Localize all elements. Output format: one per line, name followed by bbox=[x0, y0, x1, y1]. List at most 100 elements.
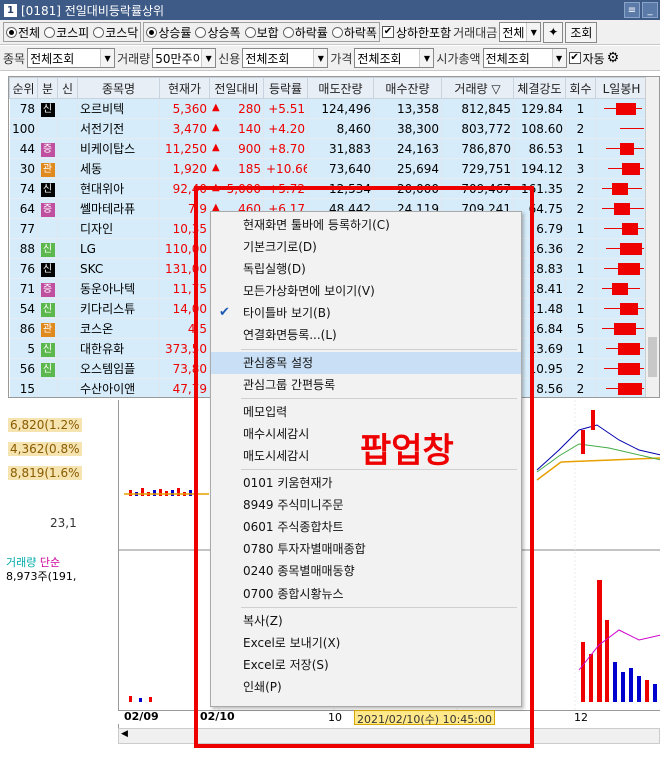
sort-radio-1[interactable]: 상승폭 bbox=[195, 24, 241, 41]
volume-label: 거래량 bbox=[117, 51, 151, 66]
menu-item[interactable]: 연결화면등록...(L) bbox=[211, 324, 521, 346]
menu-item[interactable]: 8949 주식미니주문 bbox=[211, 494, 521, 516]
menu-item[interactable]: 관심종목 설정 bbox=[211, 351, 521, 374]
column-header[interactable]: 거래량 ▽ bbox=[441, 77, 514, 99]
credit-select[interactable]: 전체조회 ▼ bbox=[242, 48, 329, 68]
column-header[interactable]: 등락률 bbox=[263, 77, 308, 99]
menu-separator bbox=[241, 348, 517, 350]
cell-bid: 24,163 bbox=[373, 138, 442, 159]
sort-radio-2[interactable]: 보합 bbox=[244, 24, 279, 41]
change-cell: ▲ 5,000 bbox=[209, 178, 264, 199]
checkbox-icon: ✔ bbox=[568, 52, 581, 64]
radio-icon bbox=[44, 26, 56, 38]
menu-item[interactable]: 관심그룹 간편등록 bbox=[211, 374, 521, 396]
daily-candle-cell bbox=[595, 278, 648, 299]
menu-item[interactable]: 메모입력 bbox=[211, 401, 521, 423]
menu-item[interactable]: Excel로 저장(S) bbox=[211, 654, 521, 676]
cell-cnt: 2 bbox=[565, 118, 596, 139]
cell-name: 대한유화 bbox=[77, 338, 160, 359]
daily-candle-cell bbox=[595, 258, 648, 279]
category-badge: 관 bbox=[40, 162, 55, 177]
column-header[interactable]: 체결강도 bbox=[513, 77, 566, 99]
market-radio-2[interactable]: 코스닥 bbox=[93, 24, 138, 41]
scroll-left-icon[interactable]: ◀ bbox=[121, 729, 128, 739]
column-header[interactable]: 현재가 bbox=[159, 77, 210, 99]
horizontal-scrollbar[interactable]: ◀ bbox=[118, 728, 660, 744]
minimize-icon[interactable]: _ bbox=[642, 2, 658, 18]
menu-item[interactable]: 0101 키움현재가 bbox=[211, 472, 521, 494]
up-arrow-icon: ▲ bbox=[212, 101, 220, 113]
cell-rank: 15 bbox=[9, 378, 38, 397]
menu-item[interactable]: 복사(Z) bbox=[211, 610, 521, 632]
volume-select[interactable]: 50만주이상 ▼ bbox=[152, 48, 217, 68]
market-radio-0[interactable]: 전체 bbox=[6, 24, 40, 41]
cell-cnt: 1 bbox=[565, 298, 596, 319]
cell-rank: 74 bbox=[9, 178, 38, 199]
window-titlebar[interactable]: 1 [0181] 전일대비등락률상위 ≡ _ bbox=[0, 0, 660, 20]
cell-price: 4,5 bbox=[159, 318, 210, 339]
chart-info-2: 4,362(0.8% bbox=[8, 442, 82, 456]
menu-item[interactable]: 인쇄(P) bbox=[211, 676, 521, 698]
vertical-scrollbar[interactable] bbox=[645, 77, 659, 397]
cell-cnt: 2 bbox=[565, 378, 596, 397]
menu-icon[interactable]: ≡ bbox=[624, 2, 640, 18]
cell-name: 서전기전 bbox=[77, 118, 160, 139]
cell-cnt: 5 bbox=[565, 318, 596, 339]
category-cell: 관 bbox=[37, 318, 58, 339]
sort-radio-0[interactable]: 상승률 bbox=[146, 24, 191, 41]
menu-item[interactable]: 독립실행(D) bbox=[211, 258, 521, 280]
menu-item[interactable]: 0700 종합시황뉴스 bbox=[211, 583, 521, 605]
menu-item[interactable]: 0240 종목별매매동향 bbox=[211, 560, 521, 582]
menu-item[interactable]: 현재화면 툴바에 등록하기(C) bbox=[211, 214, 521, 236]
menu-item[interactable]: 모든가상화면에 보이기(V) bbox=[211, 280, 521, 302]
change-cell: ▲ 185 bbox=[209, 158, 264, 179]
price-select[interactable]: 전체조회 ▼ bbox=[354, 48, 435, 68]
cell-rank: 86 bbox=[9, 318, 38, 339]
column-header[interactable]: 순위 bbox=[9, 77, 38, 99]
cell-empty bbox=[57, 298, 78, 319]
menu-item[interactable]: 기본크기로(D) bbox=[211, 236, 521, 258]
menu-item[interactable]: 0601 주식종합차트 bbox=[211, 516, 521, 538]
candles-right bbox=[536, 410, 660, 481]
trade-amount-select[interactable]: 전체 ▼ bbox=[499, 22, 542, 42]
mcap-select[interactable]: 전체조회 ▼ bbox=[482, 48, 567, 68]
category-cell: 신 bbox=[37, 338, 58, 359]
item-label: 종목 bbox=[3, 51, 26, 66]
menu-item[interactable]: Excel로 보내기(X) bbox=[211, 632, 521, 654]
daily-candle-cell bbox=[595, 98, 648, 119]
limit-checkbox[interactable]: ✔ 상하한포함 bbox=[381, 24, 451, 41]
cell-price: 10,35 bbox=[159, 218, 210, 239]
table-row[interactable]: 78 신 오르비텍 5,360 ▲ 280 +5.51 124,496 13,358 812,8… bbox=[9, 98, 648, 119]
table-row[interactable]: 74 신 현대위아 92,40 ▲ 5,000 +5.72 12,534 20,000 709,… bbox=[9, 178, 648, 199]
menu-item[interactable]: 0780 투자자별매매종합 bbox=[211, 538, 521, 560]
column-header[interactable]: L일봉H bbox=[595, 77, 648, 99]
column-header[interactable]: 매도잔량 bbox=[307, 77, 374, 99]
gear-icon[interactable]: ⚙ bbox=[607, 50, 620, 66]
auto-checkbox[interactable]: ✔ 자동 bbox=[568, 50, 605, 67]
cell-rank: 78 bbox=[9, 98, 38, 119]
column-header[interactable]: 분 bbox=[37, 77, 58, 99]
column-header[interactable]: 신 bbox=[57, 77, 78, 99]
wand-button[interactable]: ✦ bbox=[543, 21, 564, 43]
date-label-mid: 02/10 bbox=[200, 710, 235, 723]
candle-icon bbox=[598, 281, 645, 297]
cell-cnt: 2 bbox=[565, 278, 596, 299]
sort-radio-3[interactable]: 하락률 bbox=[282, 24, 328, 41]
table-row[interactable]: 100 서전기전 3,470 ▲ 140 +4.20 8,460 38,300 803,772… bbox=[9, 118, 648, 139]
lookup-button[interactable]: 조회 bbox=[565, 21, 598, 43]
cell-name: 세동 bbox=[77, 158, 160, 179]
sort-radio-4[interactable]: 하락폭 bbox=[331, 24, 377, 41]
column-header[interactable]: 전일대비 bbox=[209, 77, 264, 99]
market-radio-1[interactable]: 코스피 bbox=[44, 24, 89, 41]
cell-empty bbox=[57, 158, 78, 179]
column-header[interactable]: 회수 bbox=[565, 77, 596, 99]
item-select[interactable]: 전체조회 ▼ bbox=[27, 48, 116, 68]
table-row[interactable]: 30 관 세동 1,920 ▲ 185 +10.66 73,640 25,694 729,751… bbox=[9, 158, 648, 179]
scroll-thumb[interactable] bbox=[648, 337, 657, 377]
menu-item[interactable]: ✔ 타이틀바 보기(B) bbox=[211, 302, 521, 324]
crosshair-date-tooltip: 2021/02/10(수) 10:45:00 bbox=[354, 710, 496, 726]
table-row[interactable]: 44 증 비케이탑스 11,250 ▲ 900 +8.70 31,883 24,163 786,… bbox=[9, 138, 648, 159]
column-header[interactable]: 종목명 bbox=[77, 77, 160, 99]
column-header[interactable]: 매수잔량 bbox=[373, 77, 442, 99]
candle-icon bbox=[598, 141, 645, 157]
